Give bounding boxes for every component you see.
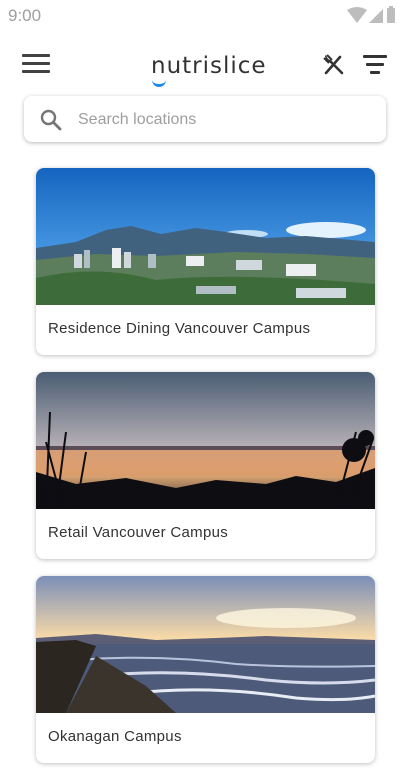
filter-icon-line (363, 55, 387, 58)
menu-icon-line (22, 62, 50, 65)
location-card[interactable]: Residence Dining Vancouver Campus (36, 168, 375, 355)
menu-icon-line (22, 70, 50, 73)
search-input[interactable] (76, 107, 370, 133)
filter-icon-line (366, 63, 384, 66)
menu-button[interactable] (22, 54, 50, 76)
location-image (36, 372, 375, 509)
status-bar: 9:00 (0, 0, 411, 32)
status-icons (345, 6, 401, 31)
search-box[interactable] (24, 96, 386, 142)
location-name: Okanagan Campus (48, 728, 182, 745)
location-card[interactable]: Okanagan Campus (36, 576, 375, 763)
utensils-icon (323, 54, 344, 75)
filter-icon-line (370, 71, 380, 74)
wifi-signal-battery-icon (347, 6, 395, 23)
search-icon (40, 109, 62, 131)
menu-icon-line (22, 54, 50, 57)
location-card[interactable]: Retail Vancouver Campus (36, 372, 375, 559)
location-image (36, 168, 375, 305)
utensils-button[interactable] (321, 52, 347, 78)
app-logo: nutrislice (151, 53, 267, 79)
location-name: Retail Vancouver Campus (48, 524, 229, 541)
status-time: 9:00 (8, 6, 42, 25)
filter-button[interactable] (362, 55, 388, 75)
app-bar: nutrislice (0, 40, 411, 90)
location-image (36, 576, 375, 713)
location-name: Residence Dining Vancouver Campus (48, 320, 311, 337)
logo-smile-icon (152, 78, 166, 87)
